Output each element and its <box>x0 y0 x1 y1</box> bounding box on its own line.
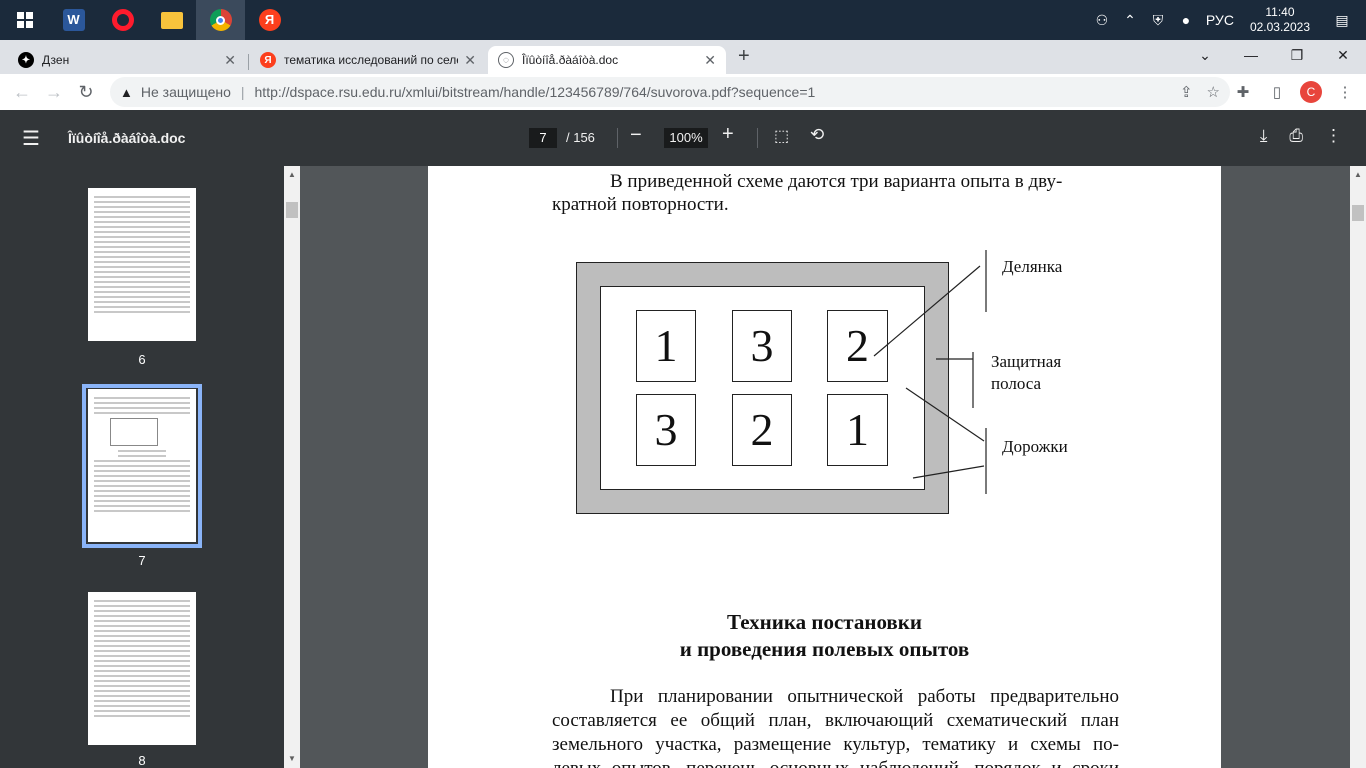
close-window-button[interactable]: ✕ <box>1320 40 1366 70</box>
divider <box>757 128 758 148</box>
browser-actions: ✚ ▯ С ⋮ <box>1232 74 1366 110</box>
diagram-leader-lines <box>873 250 987 494</box>
bookmark-star-icon[interactable]: ☆ <box>1207 83 1220 101</box>
scroll-down-arrow-icon[interactable]: ▼ <box>288 754 296 763</box>
navigation-bar: ← → ↻ ▲ Не защищено | http://dspace.rsu.… <box>0 74 1366 110</box>
page-thumbnail-8[interactable] <box>88 592 196 745</box>
forward-button[interactable]: → <box>38 82 70 103</box>
divider: | <box>240 84 245 100</box>
scroll-up-arrow-icon[interactable]: ▲ <box>288 170 296 179</box>
url-text[interactable]: http://dspace.rsu.edu.ru/xmlui/bitstream… <box>255 84 816 100</box>
yandex-browser-icon[interactable]: Я <box>245 0 294 40</box>
clock[interactable]: 11:40 02.03.2023 <box>1250 5 1310 35</box>
label-plot: Делянка <box>1002 257 1063 276</box>
yandex-favicon-icon: Я <box>260 52 276 68</box>
close-tab-icon[interactable]: ✕ <box>464 52 476 69</box>
print-icon[interactable]: ⎙ <box>1289 126 1303 146</box>
clock-date: 02.03.2023 <box>1249 20 1310 34</box>
scroll-up-arrow-icon[interactable]: ▲ <box>1354 170 1362 179</box>
more-options-icon[interactable]: ⋮ <box>1325 126 1342 146</box>
address-bar[interactable]: ▲ Не защищено | http://dspace.rsu.edu.ru… <box>110 77 1230 107</box>
tab-dzen[interactable]: ✦ Дзен ✕ <box>8 46 246 74</box>
chrome-icon[interactable] <box>196 0 245 40</box>
security-label[interactable]: Не защищено <box>141 84 231 100</box>
thumbnail-content <box>88 188 196 341</box>
sidebar-scrollbar[interactable] <box>284 166 300 768</box>
download-icon[interactable]: ⤓ <box>1260 126 1268 146</box>
opera-icon[interactable] <box>98 0 147 40</box>
windows-taskbar: W Я ⚇ ⌃ ⛨ ● РУС 11:40 02.03.2023 ▤ <box>0 0 1366 40</box>
tab-search-icon[interactable]: ⌄ <box>1182 40 1228 70</box>
pdf-toolbar: ☰ Îïûòíîå.ðàáîòà.doc 7 / 156 − 100% + ⬚ … <box>0 110 1366 166</box>
window-controls: ⌄ — ❐ ✕ <box>1182 40 1366 70</box>
label-protective-strip-line1: Защитная <box>991 352 1062 371</box>
profile-avatar[interactable]: С <box>1300 81 1322 103</box>
divider <box>617 128 618 148</box>
thumbnail-page-number: 8 <box>138 753 146 768</box>
thumbnail-page-number: 7 <box>138 553 146 568</box>
pdf-title: Îïûòíîå.ðàáîòà.doc <box>68 130 186 146</box>
section-heading-line1: Техника постановки <box>727 610 922 634</box>
tab-yandex-search[interactable]: Я тематика исследований по селе ✕ <box>250 46 486 74</box>
thumbnail-content <box>88 592 196 745</box>
word-icon[interactable]: W <box>49 0 98 40</box>
body-line: При планировании опытнической работы пре… <box>610 686 1119 707</box>
restore-button[interactable]: ❐ <box>1274 40 1320 70</box>
zoom-out-button[interactable]: − <box>630 124 642 147</box>
vpn-icon[interactable]: ● <box>1172 12 1200 28</box>
dzen-favicon-icon: ✦ <box>18 52 34 68</box>
notifications-icon[interactable]: ▤ <box>1328 12 1356 29</box>
body-line: составляется ее общий план, включающий с… <box>552 710 1119 731</box>
viewer-scroll-thumb[interactable] <box>1352 205 1364 221</box>
new-tab-button[interactable]: + <box>738 45 750 68</box>
section-heading-line2: и проведения полевых опытов <box>679 637 970 661</box>
thumbnail-sidebar: 6 7 8 ▲ ▼ <box>0 166 300 768</box>
side-panel-icon[interactable]: ▯ <box>1266 83 1288 101</box>
viewer-scrollbar[interactable] <box>1350 166 1366 768</box>
people-icon[interactable]: ⚇ <box>1088 12 1116 29</box>
page-thumbnail-6[interactable] <box>88 188 196 341</box>
label-paths: Дорожки <box>1002 437 1068 456</box>
page-number-input[interactable]: 7 <box>529 128 557 148</box>
defender-shield-icon[interactable]: ⛨ <box>1144 12 1172 29</box>
tab-title: тематика исследований по селе <box>284 53 459 67</box>
windows-start-icon[interactable] <box>0 0 49 40</box>
thumbnail-page-number: 6 <box>138 352 146 367</box>
extensions-puzzle-icon[interactable]: ✚ <box>1232 83 1254 101</box>
zoom-level-input[interactable]: 100% <box>664 128 708 148</box>
rotate-icon[interactable]: ⟲ <box>810 125 824 145</box>
chevron-up-icon[interactable]: ⌃ <box>1116 12 1144 29</box>
reload-button[interactable]: ↻ <box>70 82 102 103</box>
tab-pdf-active[interactable]: ◌ Îïûòíîå.ðàáîòà.doc ✕ <box>488 46 726 74</box>
zoom-in-button[interactable]: + <box>722 123 734 146</box>
body-line: левых опытов, перечень основных наблюден… <box>552 757 1119 768</box>
share-icon[interactable]: ⇪ <box>1180 83 1193 101</box>
tab-title: Дзен <box>42 53 70 67</box>
pdf-viewer: В приведенной схеме даются три варианта … <box>300 166 1350 768</box>
close-tab-icon[interactable]: ✕ <box>224 52 236 69</box>
tab-title: Îïûòíîå.ðàáîòà.doc <box>522 53 619 67</box>
label-protective-strip-line2: полоса <box>991 374 1042 393</box>
fit-page-icon[interactable]: ⬚ <box>774 126 789 146</box>
body-line: земельного участка, размещение культур, … <box>552 734 1119 755</box>
tab-strip: ✦ Дзен ✕ Я тематика исследований по селе… <box>0 40 1366 74</box>
hamburger-menu-icon[interactable]: ☰ <box>22 126 40 151</box>
clock-time: 11:40 <box>1265 5 1295 19</box>
file-explorer-icon[interactable] <box>147 0 196 40</box>
language-indicator[interactable]: РУС <box>1200 12 1240 28</box>
close-tab-icon[interactable]: ✕ <box>704 52 716 69</box>
minimize-button[interactable]: — <box>1228 40 1274 70</box>
warning-icon[interactable]: ▲ <box>120 85 133 100</box>
browser-menu-icon[interactable]: ⋮ <box>1334 83 1356 101</box>
back-button[interactable]: ← <box>6 82 38 103</box>
sidebar-scroll-thumb[interactable] <box>286 202 298 218</box>
page-total: / 156 <box>566 130 595 145</box>
globe-icon: ◌ <box>498 52 514 68</box>
selected-thumbnail-border <box>82 384 202 548</box>
pdf-page: В приведенной схеме даются три варианта … <box>428 166 1221 768</box>
